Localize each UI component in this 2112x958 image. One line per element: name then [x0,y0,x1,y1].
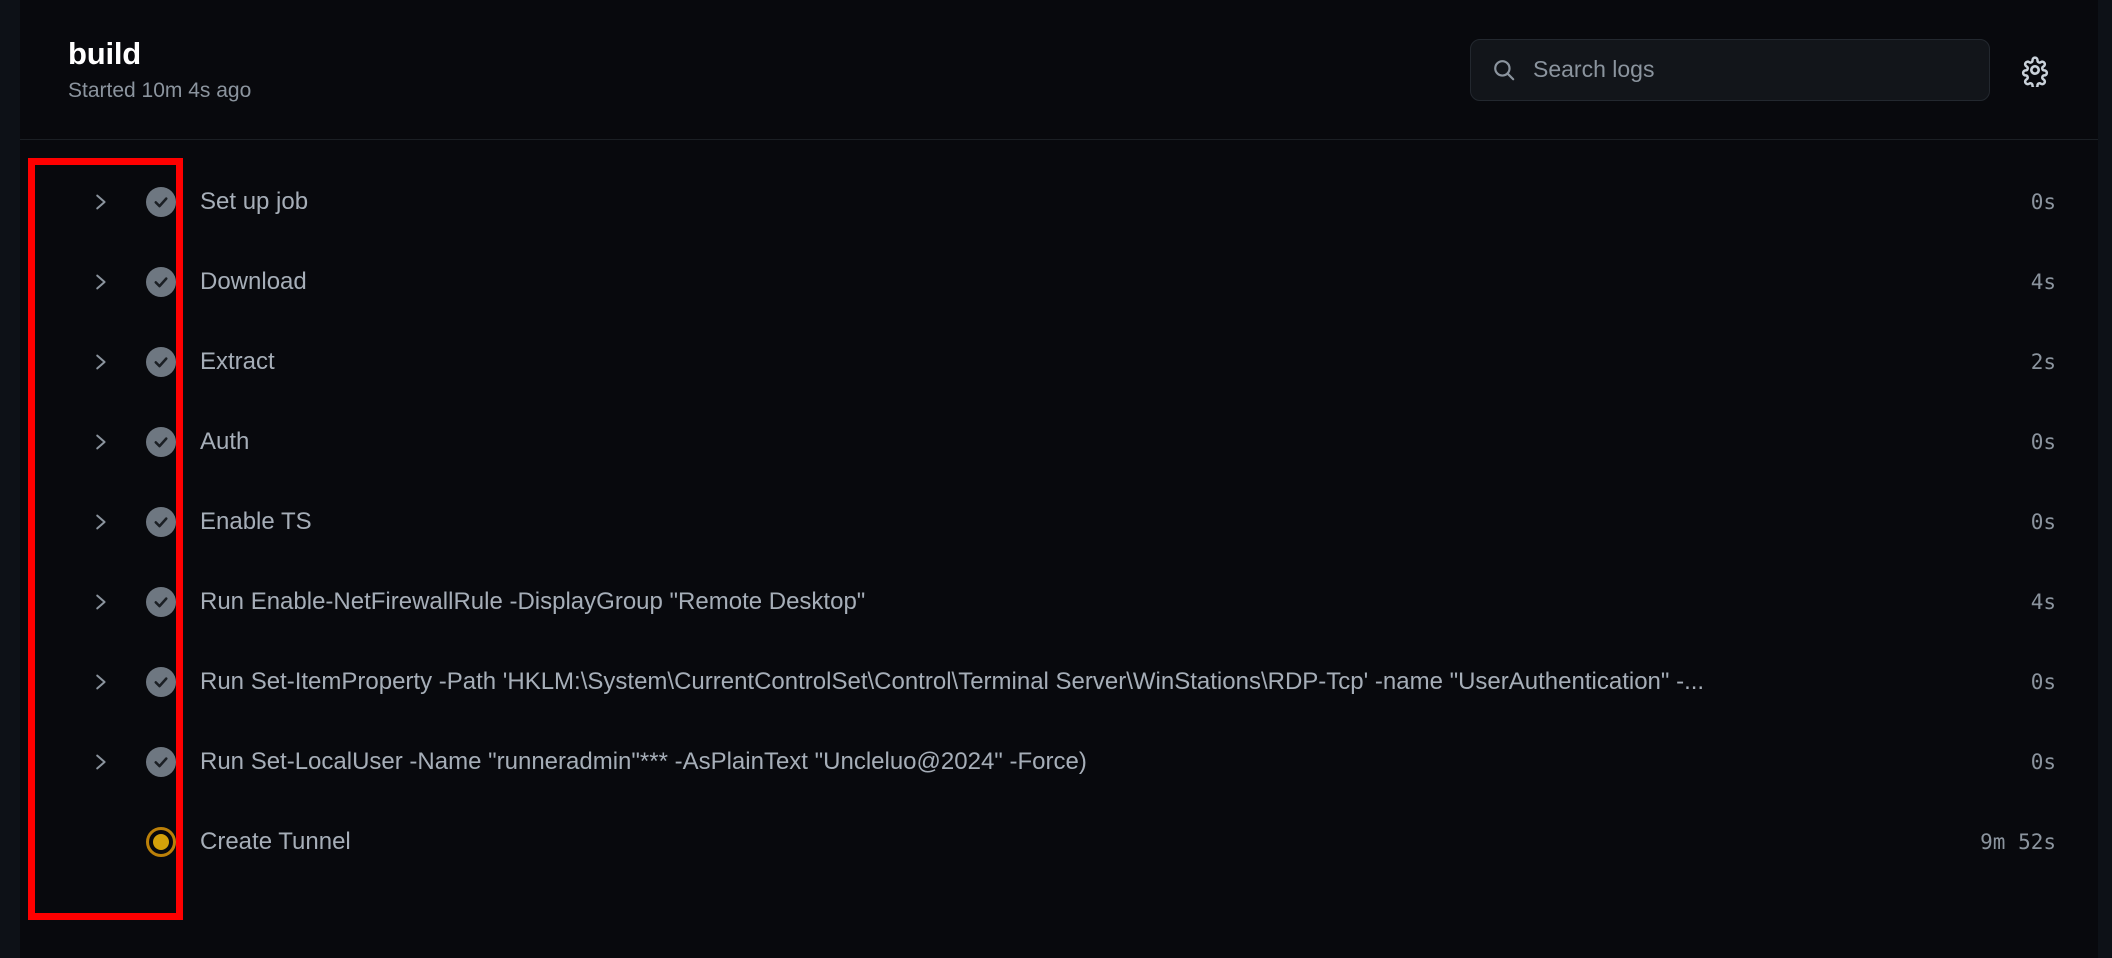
step-row[interactable]: Run Enable-NetFirewallRule -DisplayGroup… [20,562,2112,642]
step-label: Download [200,268,307,295]
chevron-right-icon [89,351,111,373]
gear-icon [2018,53,2052,87]
expand-toggle[interactable] [68,511,132,533]
expand-toggle[interactable] [68,431,132,453]
step-label: Enable TS [200,508,312,535]
chevron-right-icon [89,271,111,293]
check-circle-icon [146,187,176,217]
step-row[interactable]: Auth 0s [20,402,2112,482]
chevron-right-icon [89,431,111,453]
right-gutter [2098,0,2112,958]
expand-toggle[interactable] [68,191,132,213]
running-dot [153,834,169,850]
chevron-right-icon [89,751,111,773]
steps-list: Set up job 0s Download 4s Extract 2s Aut… [20,140,2112,882]
left-gutter [0,0,20,958]
job-header-info: build Started 10m 4s ago [68,36,251,103]
chevron-right-icon [89,671,111,693]
search-input[interactable] [1533,56,1969,83]
job-header-actions [1470,38,2080,101]
expand-toggle[interactable] [68,271,132,293]
check-circle-icon [146,427,176,457]
job-header: build Started 10m 4s ago [20,0,2112,140]
step-row[interactable]: Run Set-LocalUser -Name "runneradmin"***… [20,722,2112,802]
step-status [132,747,190,777]
expand-toggle[interactable] [68,591,132,613]
search-logs-box[interactable] [1470,38,1990,101]
check-circle-icon [146,347,176,377]
step-label: Run Set-ItemProperty -Path 'HKLM:\System… [200,668,1705,695]
step-status [132,507,190,537]
chevron-right-icon [89,191,111,213]
step-duration: 9m 52s [1980,830,2056,854]
expand-toggle[interactable] [68,671,132,693]
job-started-text: Started 10m 4s ago [68,78,252,102]
step-row[interactable]: Run Set-ItemProperty -Path 'HKLM:\System… [20,642,2112,722]
step-row[interactable]: Enable TS 0s [20,482,2112,562]
step-status [132,187,190,217]
step-duration: 4s [2030,590,2056,614]
step-duration: 0s [2030,510,2056,534]
step-duration: 2s [2030,350,2056,374]
step-row[interactable]: Create Tunnel 9m 52s [20,802,2112,882]
check-circle-icon [146,507,176,537]
search-icon [1491,57,1517,83]
check-circle-icon [146,267,176,297]
step-label: Create Tunnel [200,828,351,855]
check-circle-icon [146,747,176,777]
step-duration: 4s [2030,270,2056,294]
step-row[interactable]: Set up job 0s [20,162,2112,242]
step-duration: 0s [2030,750,2056,774]
chevron-right-icon [89,511,111,533]
expand-toggle[interactable] [68,751,132,773]
page-title: build [68,36,142,72]
step-row[interactable]: Extract 2s [20,322,2112,402]
job-panel: build Started 10m 4s ago Search logs Set… [20,0,2112,958]
check-circle-icon [146,667,176,697]
step-status [132,267,190,297]
step-duration: 0s [2030,430,2056,454]
step-label: Run Set-LocalUser -Name "runneradmin"***… [200,748,1087,775]
step-status [132,667,190,697]
step-label: Run Enable-NetFirewallRule -DisplayGroup… [200,588,866,615]
step-status [132,587,190,617]
step-duration: 0s [2030,670,2056,694]
step-label: Extract [200,348,275,375]
chevron-right-icon [89,591,111,613]
check-circle-icon [146,587,176,617]
expand-toggle[interactable] [68,351,132,373]
step-row[interactable]: Download 4s [20,242,2112,322]
step-status [132,427,190,457]
step-label: Set up job [200,188,309,215]
step-duration: 0s [2030,190,2056,214]
running-spinner-icon [146,827,176,857]
settings-button[interactable] [2012,47,2058,93]
job-log-panel: build Started 10m 4s ago Search logs Set… [0,0,2112,958]
step-status [132,347,190,377]
step-status [132,827,190,857]
step-label: Auth [200,428,250,455]
